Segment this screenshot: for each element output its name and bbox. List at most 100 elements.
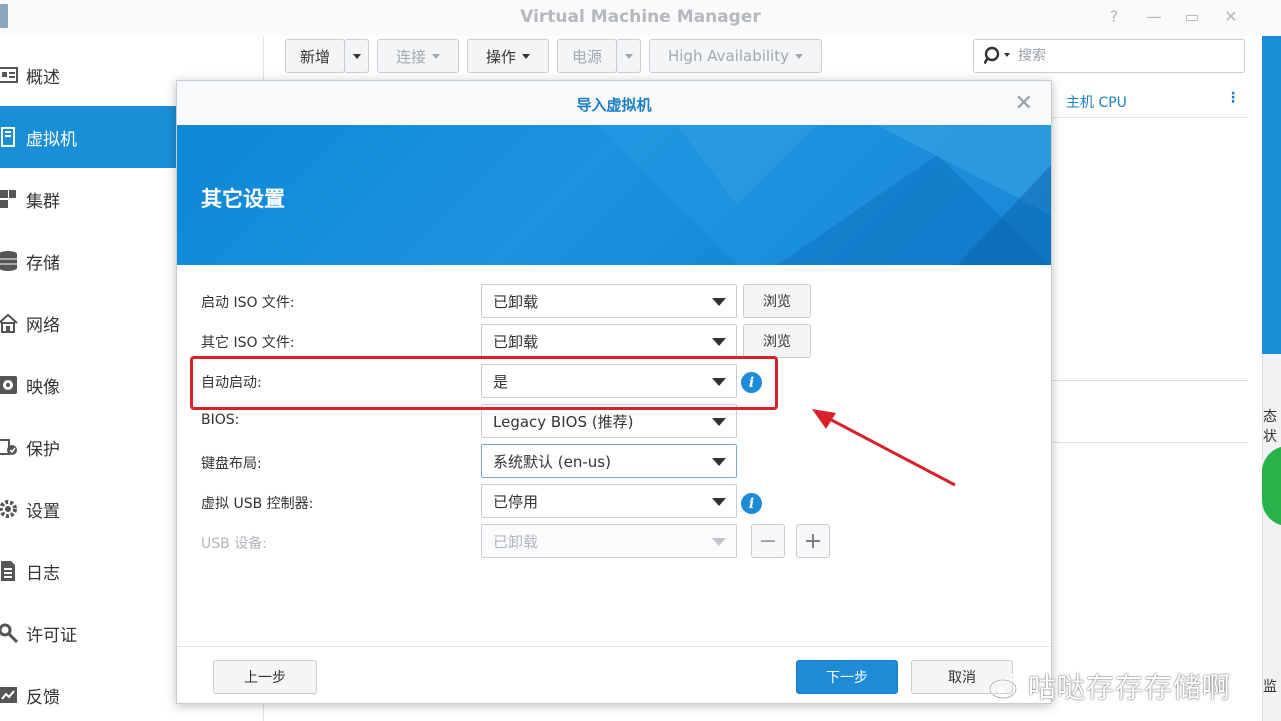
boot-iso-browse-button[interactable]: 浏览: [743, 284, 811, 318]
add-usb-button[interactable]: +: [796, 524, 830, 558]
next-button-label: 下一步: [826, 670, 868, 686]
table-header: 主机 CPU ⋮: [1052, 84, 1248, 118]
next-button[interactable]: 下一步: [796, 660, 898, 694]
other-iso-browse-button[interactable]: 浏览: [743, 324, 811, 358]
close-icon[interactable]: ✕: [1015, 91, 1033, 116]
dropdown-arrow-icon: [712, 338, 726, 346]
boot-iso-select[interactable]: 已卸载: [481, 284, 737, 318]
keyboard-layout-label: 键盘布局:: [201, 456, 262, 472]
divider: [1052, 442, 1248, 443]
sidebar-item-label: 集群: [26, 191, 60, 212]
feedback-icon: [0, 684, 18, 706]
action-button[interactable]: 操作: [467, 39, 549, 73]
back-button[interactable]: 上一步: [213, 660, 317, 694]
caret-down-icon: [795, 53, 803, 59]
sidebar-item-label: 反馈: [26, 687, 60, 708]
other-iso-select[interactable]: 已卸载: [481, 324, 737, 358]
sidebar-item-storage[interactable]: 存储: [0, 230, 176, 292]
sidebar-item-log[interactable]: 日志: [0, 540, 176, 602]
browse-label: 浏览: [763, 334, 791, 350]
sidebar-item-image[interactable]: 映像: [0, 354, 176, 416]
help-icon[interactable]: ?: [1103, 6, 1125, 28]
sidebar-item-label: 许可证: [26, 625, 77, 646]
right-panel-selected: [1262, 36, 1281, 354]
image-icon: [0, 374, 18, 396]
sidebar-item-label: 日志: [26, 563, 60, 584]
other-iso-value: 已卸载: [493, 332, 539, 351]
keyboard-layout-select[interactable]: 系统默认 (en-us): [481, 444, 737, 478]
sidebar-item-label: 网络: [26, 315, 60, 336]
ha-button-label: High Availability: [667, 47, 789, 65]
banner-title: 其它设置: [201, 187, 285, 211]
sidebar-item-label: 映像: [26, 377, 60, 398]
window-titlebar: Virtual Machine Manager ? — ▭ ✕: [0, 0, 1281, 36]
boot-iso-label: 启动 ISO 文件:: [201, 295, 295, 311]
right-status-fragment: 态状: [1263, 409, 1277, 445]
sidebar-item-cluster[interactable]: 集群: [0, 168, 176, 230]
info-icon[interactable]: i: [741, 493, 762, 514]
watermark-text: 咕哒存存存储啊: [1028, 671, 1232, 704]
sidebar-item-feedback[interactable]: 反馈: [0, 664, 176, 721]
gear-icon: [0, 498, 18, 520]
dialog-titlebar: 导入虚拟机 ✕: [177, 81, 1051, 125]
caret-down-icon: [624, 53, 633, 59]
power-dropdown-button[interactable]: [616, 39, 641, 73]
new-dropdown-button[interactable]: [344, 39, 369, 73]
dropdown-arrow-icon: [712, 538, 726, 546]
power-button[interactable]: 电源: [557, 39, 617, 73]
maximize-icon[interactable]: ▭: [1181, 6, 1203, 28]
connect-button[interactable]: 连接: [377, 39, 459, 73]
minus-icon: −: [758, 528, 778, 554]
cluster-icon: [0, 188, 18, 210]
high-availability-button[interactable]: High Availability: [649, 39, 822, 73]
bios-value: Legacy BIOS (推荐): [493, 412, 634, 431]
dialog-footer-divider: [177, 646, 1051, 647]
protection-icon: [0, 436, 18, 458]
dropdown-arrow-icon: [712, 498, 726, 506]
plus-icon: +: [803, 528, 823, 554]
caret-down-icon: [432, 53, 440, 59]
usb-device-label: USB 设备:: [201, 536, 267, 552]
browse-label: 浏览: [763, 294, 791, 310]
weibo-logo-icon: [988, 673, 1020, 700]
usb-device-select[interactable]: 已卸载: [481, 524, 737, 558]
column-host-cpu[interactable]: 主机 CPU: [1066, 92, 1127, 112]
dialog-banner: 其它设置: [177, 125, 1051, 265]
annotation-arrow: [812, 409, 956, 487]
sidebar-item-settings[interactable]: 设置: [0, 478, 176, 540]
keyboard-layout-value: 系统默认 (en-us): [493, 452, 611, 471]
divider: [1052, 380, 1248, 381]
watermark: 咕哒存存存储啊: [988, 666, 1231, 706]
sidebar-item-label: 虚拟机: [26, 129, 77, 150]
log-icon: [0, 560, 18, 582]
cancel-button-label: 取消: [948, 670, 976, 686]
usb-controller-label: 虚拟 USB 控制器:: [201, 496, 314, 512]
minimize-icon[interactable]: —: [1143, 6, 1165, 28]
sidebar-item-overview[interactable]: 概述: [0, 44, 176, 106]
other-iso-label: 其它 ISO 文件:: [201, 335, 295, 351]
dropdown-arrow-icon: [712, 298, 726, 306]
key-icon: [0, 622, 18, 644]
power-button-label: 电源: [571, 47, 602, 66]
boot-iso-value: 已卸载: [493, 292, 539, 311]
sidebar-item-label: 保护: [26, 439, 60, 460]
close-icon[interactable]: ✕: [1220, 6, 1242, 28]
remove-usb-button[interactable]: −: [751, 524, 785, 558]
back-button-label: 上一步: [244, 670, 286, 686]
banner-decoration: [597, 125, 1051, 265]
sidebar-item-protection[interactable]: 保护: [0, 416, 176, 478]
search-input[interactable]: [1018, 48, 1218, 64]
new-button-label: 新增: [299, 47, 330, 66]
sidebar-item-vm[interactable]: 虚拟机: [0, 106, 176, 168]
overview-icon: [0, 64, 18, 86]
storage-icon: [0, 250, 18, 272]
new-button[interactable]: 新增: [285, 39, 345, 73]
caret-down-icon: [352, 53, 361, 59]
more-vertical-icon[interactable]: ⋮: [1226, 90, 1240, 106]
network-icon: [0, 312, 18, 334]
sidebar-item-license[interactable]: 许可证: [0, 602, 176, 664]
search-box[interactable]: [973, 39, 1245, 73]
window-title: Virtual Machine Manager: [520, 7, 761, 27]
sidebar-item-network[interactable]: 网络: [0, 292, 176, 354]
usb-controller-select[interactable]: 已停用: [481, 484, 737, 518]
